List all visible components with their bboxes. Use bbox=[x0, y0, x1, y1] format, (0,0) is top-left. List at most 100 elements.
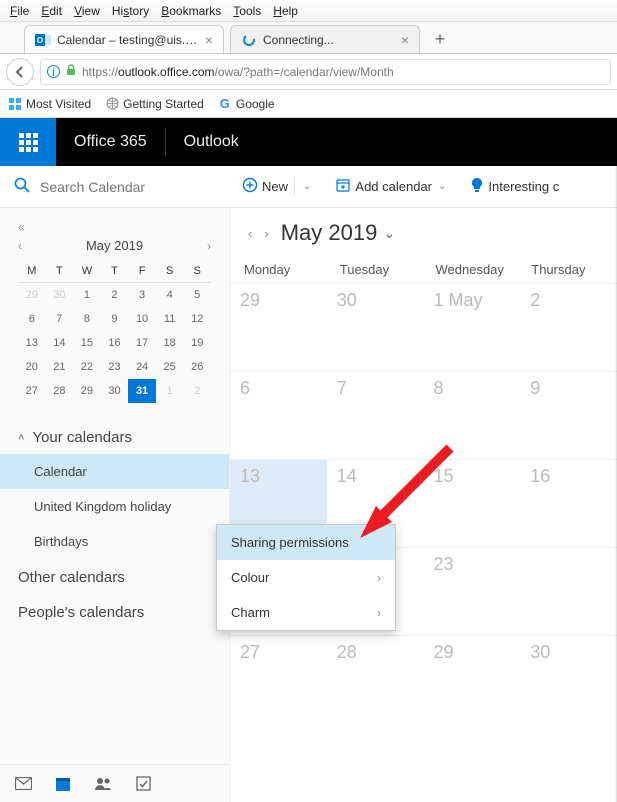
mini-day-cell[interactable]: 18 bbox=[156, 331, 184, 355]
menu-view[interactable]: View bbox=[68, 4, 106, 18]
calendar-item-birthdays[interactable]: Birthdays bbox=[0, 524, 229, 559]
mini-day-header: S bbox=[183, 259, 211, 283]
mini-day-cell[interactable]: 11 bbox=[156, 307, 184, 331]
mini-day-cell[interactable]: 15 bbox=[73, 331, 101, 355]
bookmark-most-visited[interactable]: Most Visited bbox=[8, 97, 91, 111]
mini-day-cell[interactable]: 19 bbox=[183, 331, 211, 355]
mini-day-cell[interactable]: 29 bbox=[18, 283, 46, 307]
chevron-down-icon[interactable]: ⌄ bbox=[303, 181, 311, 192]
mini-day-cell[interactable]: 17 bbox=[128, 331, 156, 355]
tasks-icon[interactable] bbox=[134, 775, 152, 793]
mini-day-cell[interactable]: 27 bbox=[18, 379, 46, 403]
bookmark-google[interactable]: G Google bbox=[218, 97, 275, 111]
mini-month-label[interactable]: May 2019 bbox=[86, 238, 143, 253]
menu-colour[interactable]: Colour › bbox=[217, 560, 395, 595]
mini-day-cell[interactable]: 3 bbox=[128, 283, 156, 307]
mini-day-cell[interactable]: 21 bbox=[46, 355, 74, 379]
people-icon[interactable] bbox=[94, 775, 112, 793]
menu-file[interactable]: File bbox=[4, 4, 35, 18]
mini-day-cell[interactable]: 25 bbox=[156, 355, 184, 379]
mail-icon[interactable] bbox=[14, 775, 32, 793]
mini-day-cell[interactable]: 2 bbox=[101, 283, 129, 307]
day-cell[interactable]: 6 bbox=[230, 372, 327, 459]
interesting-calendars-button[interactable]: Interesting c bbox=[458, 166, 571, 208]
day-cell[interactable]: 1 May bbox=[424, 284, 521, 371]
browser-tab-bar: O Calendar – testing@uis.ca... × Connect… bbox=[0, 22, 617, 54]
menu-edit[interactable]: Edit bbox=[35, 4, 68, 18]
menu-bookmarks[interactable]: Bookmarks bbox=[155, 4, 227, 18]
mini-day-cell[interactable]: 31 bbox=[128, 379, 156, 403]
day-cell[interactable]: 23 bbox=[424, 548, 521, 635]
mini-day-cell[interactable]: 9 bbox=[101, 307, 129, 331]
search-input[interactable] bbox=[40, 179, 221, 195]
mini-day-cell[interactable]: 4 bbox=[156, 283, 184, 307]
day-cell[interactable]: 30 bbox=[520, 636, 617, 723]
month-title[interactable]: May 2019 ⌄ bbox=[281, 220, 395, 246]
menu-help[interactable]: Help bbox=[267, 4, 304, 18]
mini-day-cell[interactable]: 22 bbox=[73, 355, 101, 379]
mini-day-cell[interactable]: 6 bbox=[18, 307, 46, 331]
day-cell[interactable]: 27 bbox=[230, 636, 327, 723]
mini-day-cell[interactable]: 1 bbox=[73, 283, 101, 307]
mini-day-cell[interactable]: 13 bbox=[18, 331, 46, 355]
mini-day-cell[interactable]: 23 bbox=[101, 355, 129, 379]
menu-sharing-permissions[interactable]: Sharing permissions bbox=[217, 525, 395, 560]
calendar-plus-icon bbox=[335, 177, 351, 196]
menu-charm[interactable]: Charm › bbox=[217, 595, 395, 630]
day-cell[interactable]: 29 bbox=[424, 636, 521, 723]
browser-tab[interactable]: O Calendar – testing@uis.ca... × bbox=[24, 25, 224, 53]
other-calendars-header[interactable]: Other calendars bbox=[0, 559, 229, 594]
mini-day-cell[interactable]: 29 bbox=[73, 379, 101, 403]
day-cell[interactable]: 28 bbox=[327, 636, 424, 723]
weekday-header: Thursday bbox=[521, 256, 617, 283]
day-cell[interactable]: 9 bbox=[520, 372, 617, 459]
search-box[interactable] bbox=[0, 166, 230, 208]
next-month-button[interactable]: › bbox=[264, 226, 268, 241]
tab-close-icon[interactable]: × bbox=[205, 32, 213, 48]
app-name-label[interactable]: Outlook bbox=[166, 133, 257, 151]
mini-day-cell[interactable]: 8 bbox=[73, 307, 101, 331]
mini-day-cell[interactable]: 10 bbox=[128, 307, 156, 331]
new-tab-button[interactable]: + bbox=[426, 25, 454, 53]
bookmark-getting-started[interactable]: Getting Started bbox=[105, 97, 204, 111]
day-cell[interactable]: 7 bbox=[327, 372, 424, 459]
mini-day-cell[interactable]: 30 bbox=[46, 283, 74, 307]
mini-next-button[interactable]: › bbox=[207, 239, 211, 253]
mini-day-cell[interactable]: 5 bbox=[183, 283, 211, 307]
day-cell[interactable]: 16 bbox=[520, 460, 617, 547]
mini-day-cell[interactable]: 30 bbox=[101, 379, 129, 403]
menu-tools[interactable]: Tools bbox=[227, 4, 267, 18]
mini-day-cell[interactable]: 12 bbox=[183, 307, 211, 331]
your-calendars-header[interactable]: ˄ Your calendars bbox=[0, 419, 229, 454]
day-cell[interactable]: 30 bbox=[327, 284, 424, 371]
day-cell[interactable]: 8 bbox=[424, 372, 521, 459]
collapse-chevron-icon[interactable]: « bbox=[18, 220, 25, 234]
day-cell[interactable] bbox=[520, 548, 617, 635]
day-cell[interactable]: 2 bbox=[520, 284, 617, 371]
day-cell[interactable]: 15 bbox=[424, 460, 521, 547]
browser-tab[interactable]: Connecting... × bbox=[230, 25, 420, 53]
day-cell[interactable]: 29 bbox=[230, 284, 327, 371]
mini-day-cell[interactable]: 20 bbox=[18, 355, 46, 379]
app-launcher-button[interactable] bbox=[0, 118, 56, 166]
mini-day-cell[interactable]: 2 bbox=[183, 379, 211, 403]
calendar-icon[interactable] bbox=[54, 775, 72, 793]
back-button[interactable] bbox=[6, 58, 34, 86]
add-calendar-button[interactable]: Add calendar ⌄ bbox=[323, 166, 458, 208]
mini-day-cell[interactable]: 24 bbox=[128, 355, 156, 379]
mini-day-cell[interactable]: 1 bbox=[156, 379, 184, 403]
mini-day-cell[interactable]: 14 bbox=[46, 331, 74, 355]
mini-day-cell[interactable]: 16 bbox=[101, 331, 129, 355]
url-field[interactable]: i https://outlook.office.com/owa/?path=/… bbox=[40, 59, 611, 85]
peoples-calendars-header[interactable]: People's calendars bbox=[0, 594, 229, 629]
calendar-item-uk-holidays[interactable]: United Kingdom holiday bbox=[0, 489, 229, 524]
new-button[interactable]: New ⌄ bbox=[230, 166, 323, 208]
mini-day-cell[interactable]: 26 bbox=[183, 355, 211, 379]
mini-day-cell[interactable]: 7 bbox=[46, 307, 74, 331]
calendar-item-calendar[interactable]: Calendar bbox=[0, 454, 229, 489]
prev-month-button[interactable]: ‹ bbox=[248, 226, 252, 241]
mini-day-cell[interactable]: 28 bbox=[46, 379, 74, 403]
mini-prev-button[interactable]: ‹ bbox=[18, 239, 22, 253]
menu-history[interactable]: History bbox=[106, 4, 155, 18]
tab-close-icon[interactable]: × bbox=[401, 32, 409, 48]
